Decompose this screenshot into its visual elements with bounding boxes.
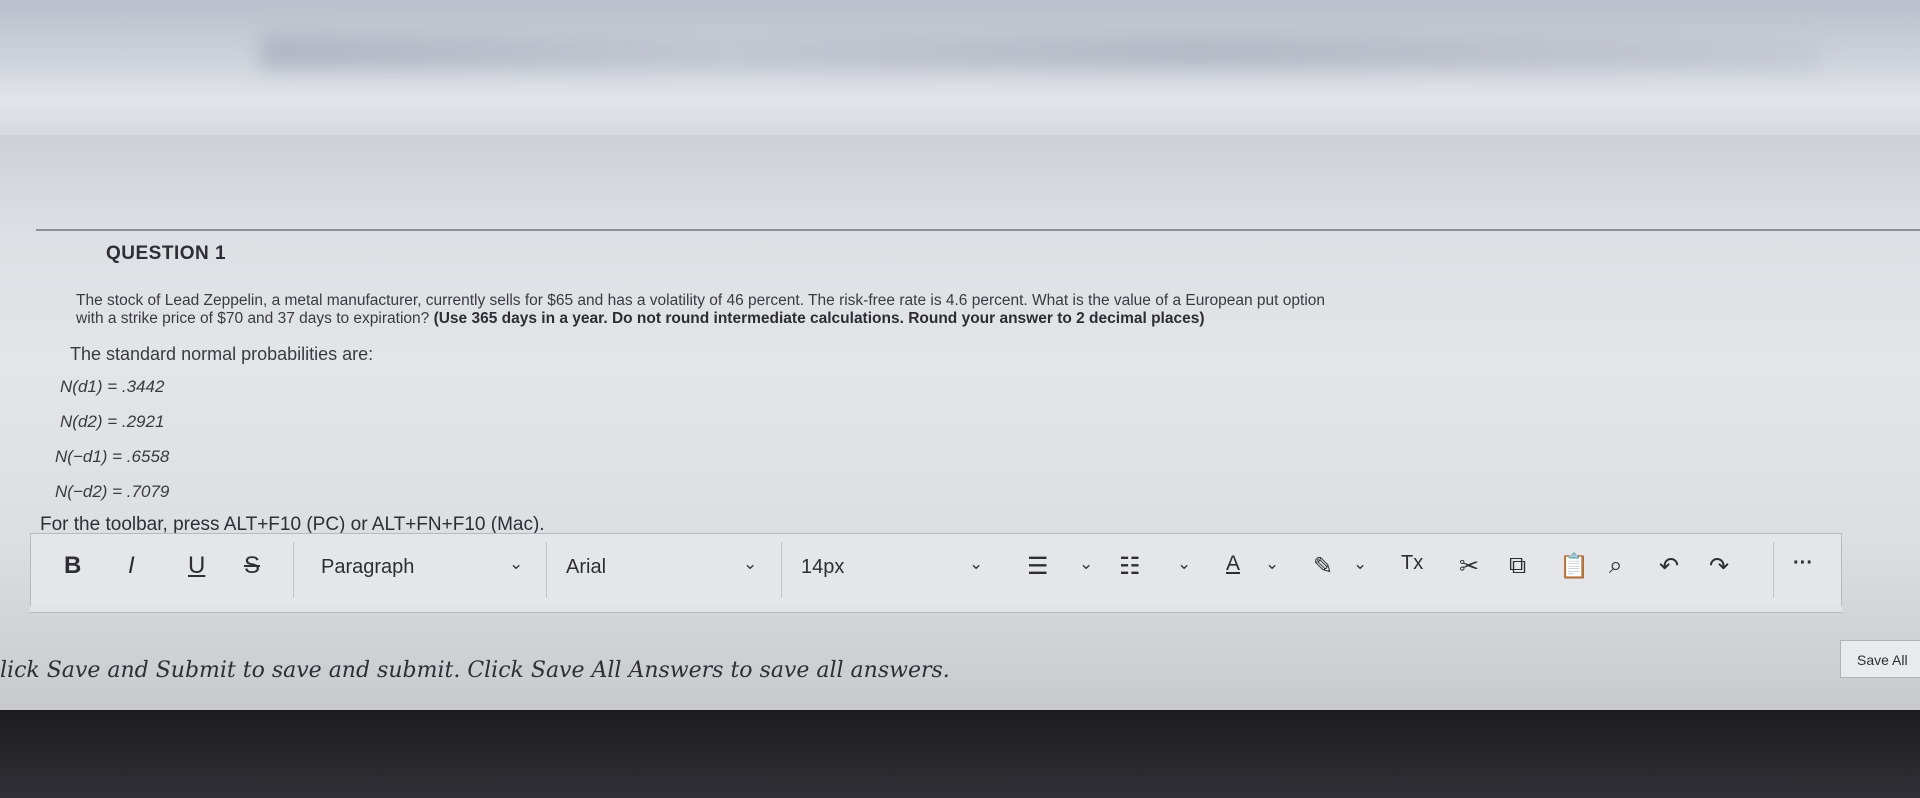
italic-button[interactable]: I: [128, 552, 135, 580]
blurred-browser-area: [0, 0, 1920, 135]
copy-icon[interactable]: ⧉: [1509, 552, 1526, 580]
editor-area-edge: [30, 606, 1842, 613]
chevron-down-icon[interactable]: ⌄: [743, 554, 757, 574]
probability-n-minus-d2: N(−d2) = .7079: [55, 482, 170, 501]
chevron-down-icon[interactable]: ⌄: [969, 554, 983, 574]
quiz-page: QUESTION 1 The stock of Lead Zeppelin, a…: [0, 135, 1920, 710]
chevron-down-icon[interactable]: ⌄: [1079, 554, 1093, 574]
chevron-down-icon[interactable]: ⌄: [1353, 554, 1367, 574]
font-size-select[interactable]: 14px: [801, 556, 844, 579]
font-select[interactable]: Arial: [566, 556, 606, 579]
chevron-down-icon[interactable]: ⌄: [1265, 554, 1279, 574]
question-line-2-text: with a strike price of $70 and 37 days t…: [76, 310, 434, 327]
find-icon[interactable]: ⌕: [1609, 552, 1622, 580]
underline-button[interactable]: U: [188, 552, 205, 580]
bullet-list-icon[interactable]: ☰: [1027, 552, 1049, 581]
editor-toolbar: B I U S Paragraph ⌄ Arial ⌄ 14px ⌄ ☰ ⌄ ☷…: [30, 533, 1842, 607]
probability-nd2: N(d2) = .2921: [60, 412, 165, 431]
probability-nd1: N(d1) = .3442: [60, 377, 165, 396]
more-options-icon[interactable]: ···: [1793, 552, 1813, 575]
question-divider: [36, 229, 1920, 231]
text-color-icon[interactable]: A: [1226, 552, 1240, 576]
probability-n-minus-d1: N(−d1) = .6558: [55, 447, 170, 466]
question-text: The stock of Lead Zeppelin, a metal manu…: [76, 292, 1806, 328]
clear-formatting-icon[interactable]: Tx: [1401, 552, 1423, 575]
chevron-down-icon[interactable]: ⌄: [1177, 554, 1191, 574]
undo-icon[interactable]: ↶: [1659, 552, 1679, 581]
blurred-header-text: [260, 35, 1820, 69]
paragraph-select[interactable]: Paragraph: [321, 556, 414, 579]
toolbar-separator: [546, 542, 547, 598]
probabilities-intro: The standard normal probabilities are:: [70, 344, 374, 364]
cut-icon[interactable]: ✂: [1459, 552, 1479, 581]
question-title: QUESTION 1: [106, 243, 227, 264]
question-line-1: The stock of Lead Zeppelin, a metal manu…: [76, 292, 1326, 309]
question-line-2: with a strike price of $70 and 37 days t…: [76, 310, 1806, 328]
strikethrough-button[interactable]: S: [244, 552, 260, 580]
toolbar-separator: [781, 542, 782, 598]
monitor-bezel: [0, 710, 1920, 798]
bold-button[interactable]: B: [64, 552, 81, 580]
question-instructions: (Use 365 days in a year. Do not round in…: [433, 310, 1205, 327]
highlight-color-icon[interactable]: ✎: [1313, 552, 1333, 581]
redo-icon[interactable]: ↷: [1709, 552, 1729, 581]
save-instructions: lick Save and Submit to save and submit.…: [0, 658, 950, 683]
chevron-down-icon[interactable]: ⌄: [509, 554, 523, 574]
numbered-list-icon[interactable]: ☷: [1119, 552, 1141, 581]
save-all-answers-button[interactable]: Save All: [1840, 640, 1920, 678]
toolbar-separator: [1773, 542, 1774, 598]
toolbar-separator: [293, 542, 294, 598]
paste-icon[interactable]: 📋: [1559, 552, 1589, 581]
